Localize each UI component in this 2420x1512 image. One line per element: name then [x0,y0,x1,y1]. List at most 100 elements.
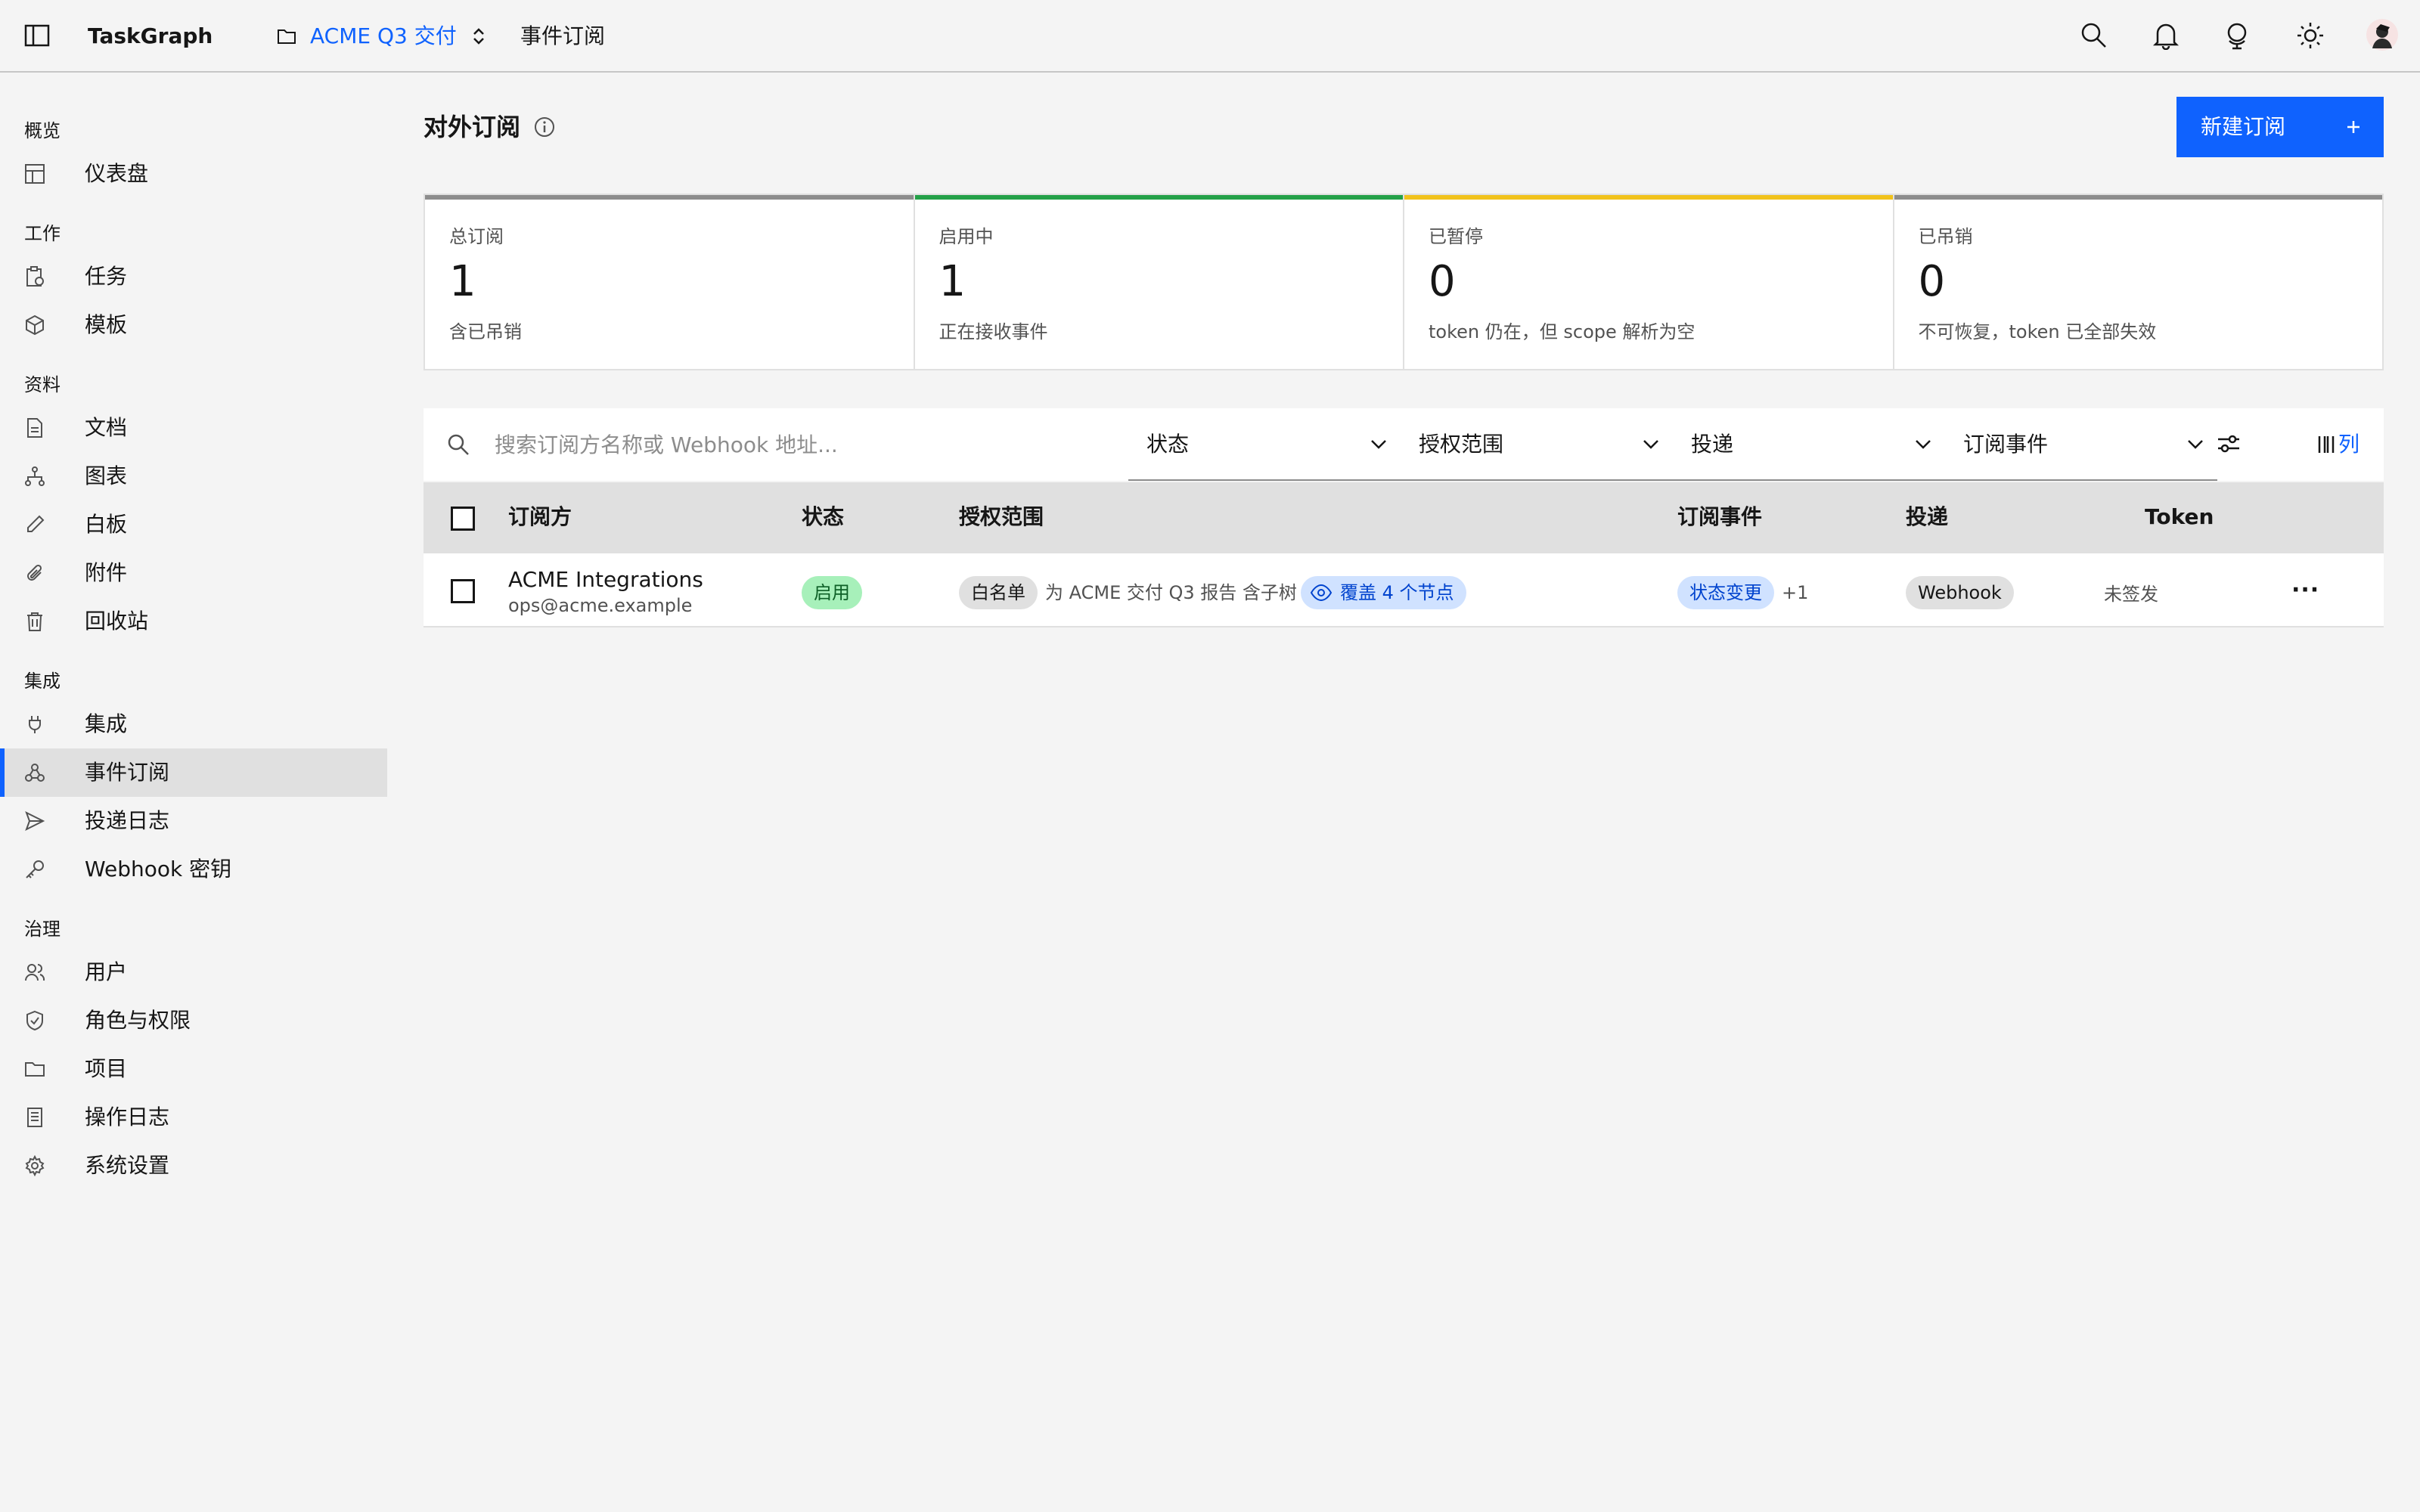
new-subscription-button[interactable]: 新建订阅 [2176,97,2384,157]
search-icon[interactable] [2080,21,2108,50]
sidebar-item-delivery-log[interactable]: 投递日志 [0,797,387,845]
sidebar-item-diagrams[interactable]: 图表 [0,452,387,500]
stat-accent-bar [1404,195,1893,200]
subscriber-name[interactable]: ACME Integrations [508,567,703,593]
page-title: 对外订阅 [424,113,521,141]
select-all-checkbox[interactable] [451,507,475,531]
chevron-down-icon [1641,434,1661,454]
sidebar-item-users[interactable]: 用户 [0,948,387,996]
stat-card-paused: 已暂停 0 token 仍在，但 scope 解析为空 [1404,195,1894,369]
sidebar-item-label: 图表 [85,463,128,488]
scope-description: 为 ACME 交付 Q3 报告 含子树 [1045,582,1297,603]
sidebar-item-templates[interactable]: 模板 [0,301,387,349]
chevron-updown-icon [472,26,486,47]
sidebar-item-label: 用户 [85,959,128,984]
stat-description: 含已吊销 [449,321,522,342]
trash-icon [24,611,45,632]
column-header-delivery[interactable]: 投递 [1906,503,1948,531]
columns-label: 列 [2338,432,2360,457]
delivery-filter-dropdown[interactable]: 投递 [1673,408,1945,481]
stat-description: 不可恢复，token 已全部失效 [1918,321,2157,342]
dropdown-label: 订阅事件 [1963,432,2049,457]
sidebar-toggle-icon[interactable] [24,24,50,47]
event-more-count[interactable]: +1 [1782,581,1808,605]
sidebar-item-label: 事件订阅 [85,760,170,785]
sidebar-item-label: 操作日志 [85,1105,170,1129]
sidebar-item-label: 集成 [85,711,128,736]
sidebar-item-whiteboard[interactable]: 白板 [0,500,387,549]
stat-value: 1 [939,257,966,306]
send-icon [24,810,45,832]
stats-cards: 总订阅 1 含已吊销 启用中 1 正在接收事件 已暂停 0 token 仍在，但… [424,194,2384,370]
events-filter-dropdown[interactable]: 订阅事件 [1945,408,2217,481]
sidebar-item-integrations[interactable]: 集成 [0,700,387,748]
notification-bell-icon[interactable] [2152,21,2180,50]
chevron-down-icon [1913,434,1933,454]
columns-icon [2317,434,2335,455]
dashboard-icon [24,163,45,184]
sidebar-item-projects[interactable]: 项目 [0,1045,387,1093]
stat-description: 正在接收事件 [939,321,1048,342]
sidebar-item-attachments[interactable]: 附件 [0,549,387,597]
stat-accent-bar [914,195,1403,200]
column-header-events[interactable]: 订阅事件 [1677,503,1762,531]
sidebar-item-label: 文档 [85,415,128,440]
project-name: ACME Q3 交付 [310,23,457,48]
sidebar-item-label: Webhook 密钥 [85,857,232,881]
column-header-subscriber[interactable]: 订阅方 [508,503,572,531]
overflow-menu-icon[interactable]: ··· [2291,579,2319,602]
search-input[interactable] [495,428,1069,461]
sidebar-item-audit-log[interactable]: 操作日志 [0,1093,387,1142]
status-badge: 启用 [802,576,862,609]
filter-toolbar: 状态 授权范围 投递 订阅事件 列 [424,408,2384,481]
diagram-icon [24,466,45,487]
user-avatar[interactable] [2366,18,2399,51]
gear-icon [24,1155,45,1176]
project-switcher[interactable]: ACME Q3 交付 [277,21,486,51]
scope-mode-badge: 白名单 [959,576,1038,609]
sidebar-item-tasks[interactable]: 任务 [0,253,387,301]
sidebar-item-webhook-keys[interactable]: Webhook 密钥 [0,845,387,894]
eye-icon [1310,583,1333,603]
webhook-icon [24,762,45,783]
stat-card-revoked: 已吊销 0 不可恢复，token 已全部失效 [1894,195,2382,369]
scope-filter-dropdown[interactable]: 授权范围 [1401,408,1673,481]
sidebar-item-label: 系统设置 [85,1153,170,1178]
sidebar-item-documents[interactable]: 文档 [0,404,387,452]
row-checkbox[interactable] [451,579,475,603]
sidebar-item-roles[interactable]: 角色与权限 [0,996,387,1045]
breadcrumb: 事件订阅 [520,23,606,48]
stat-value: 1 [449,257,476,306]
top-header: TaskGraph ACME Q3 交付 事件订阅 [0,0,2420,73]
sidebar-item-trash[interactable]: 回收站 [0,597,387,646]
scope-coverage-badge[interactable]: 覆盖 4 个节点 [1301,576,1466,609]
stat-card-total: 总订阅 1 含已吊销 [425,195,915,369]
sidebar-item-label: 角色与权限 [85,1008,191,1033]
sidebar-item-label: 白板 [85,512,128,537]
sun-theme-icon[interactable] [2296,21,2325,50]
column-header-status[interactable]: 状态 [802,503,844,531]
sidebar-item-label: 投递日志 [85,808,170,833]
table-row[interactable]: ACME Integrations ops@acme.example 启用 白名… [424,553,2384,627]
column-header-token[interactable]: Token [2145,503,2214,531]
status-filter-dropdown[interactable]: 状态 [1128,408,1401,481]
stat-label: 总订阅 [449,226,504,247]
sidebar-item-dashboard[interactable]: 仪表盘 [0,150,387,198]
filter-settings-icon[interactable] [2216,431,2242,457]
whiteboard-icon [24,514,45,535]
globe-icon[interactable] [2223,21,2251,50]
plus-icon [2343,116,2364,138]
app-name[interactable]: TaskGraph [88,23,213,50]
column-header-scope[interactable]: 授权范围 [959,503,1044,531]
plug-icon [24,714,45,735]
stat-label: 已吊销 [1918,226,1973,247]
sidebar-item-label: 项目 [85,1056,128,1081]
users-icon [24,962,45,983]
info-icon[interactable] [534,116,555,138]
sidebar: 概览 仪表盘 工作 任务 模板 资料 文档 图表 白板 附件 回收站 集成 集成… [0,74,387,1512]
columns-button[interactable]: 列 [2317,431,2360,458]
sidebar-item-label: 仪表盘 [85,161,149,186]
sidebar-item-settings[interactable]: 系统设置 [0,1142,387,1190]
sidebar-item-event-subscriptions[interactable]: 事件订阅 [0,748,387,797]
chevron-down-icon [1369,434,1388,454]
